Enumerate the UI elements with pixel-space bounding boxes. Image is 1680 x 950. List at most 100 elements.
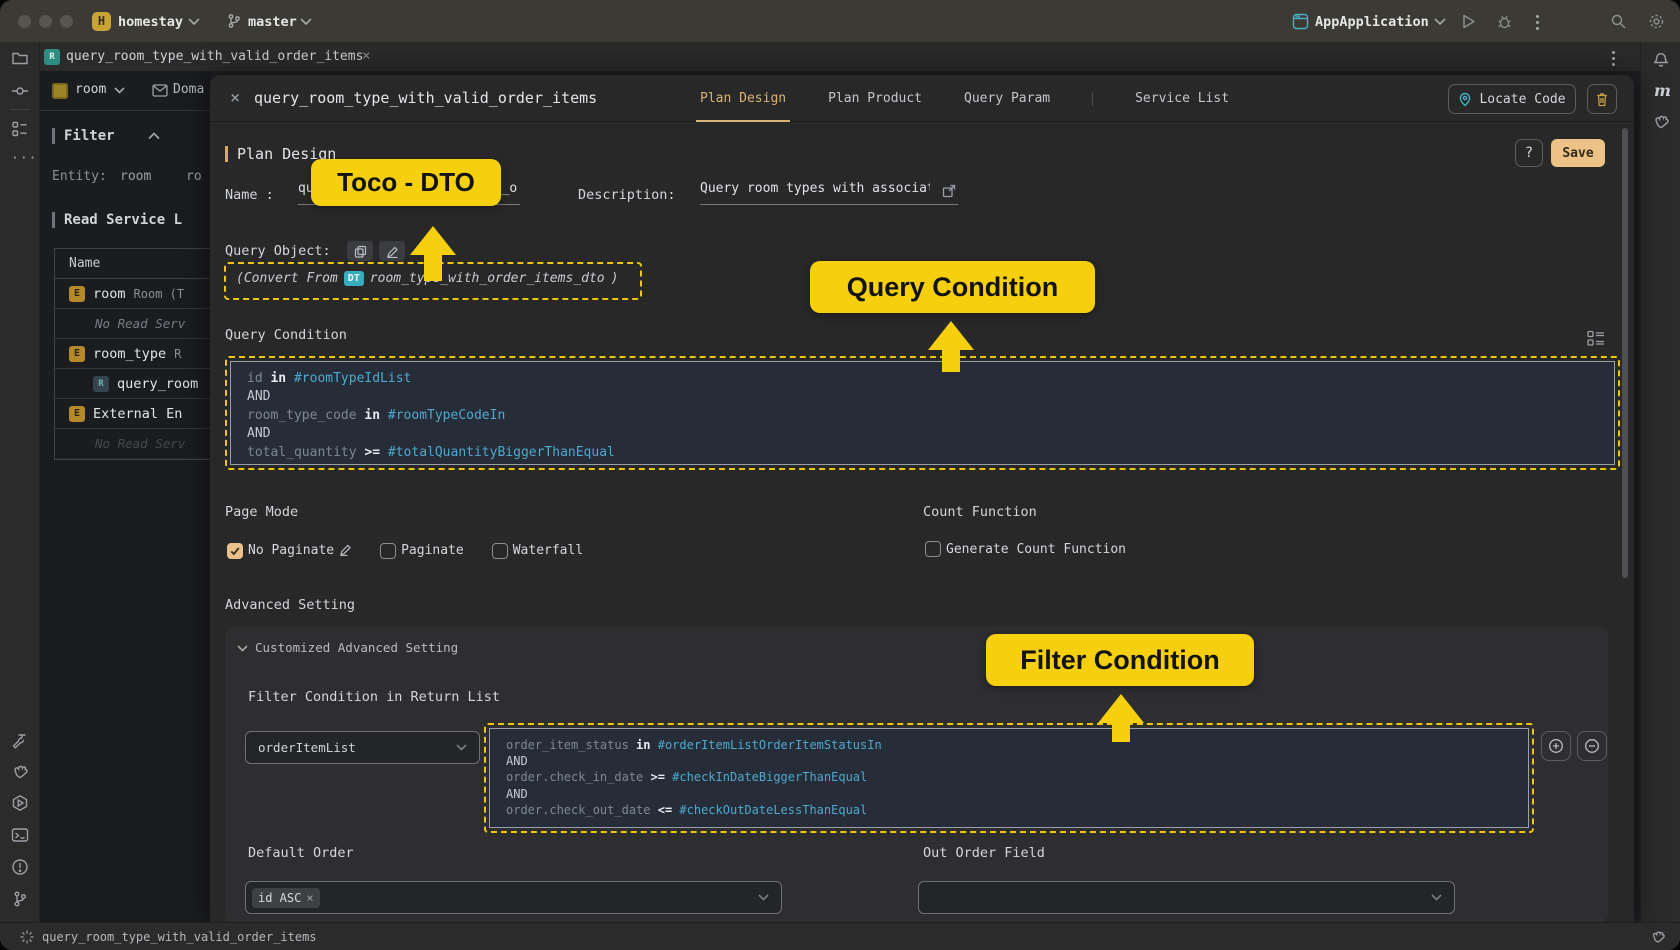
traffic-light-minimize[interactable] — [39, 15, 52, 28]
checkbox[interactable] — [227, 543, 243, 559]
branch-icon — [226, 13, 242, 29]
ai-chat-icon[interactable] — [1652, 113, 1670, 131]
order-tag[interactable]: id ASC × — [252, 888, 320, 908]
tab-close-icon[interactable]: × — [362, 48, 370, 64]
problems-tool-icon[interactable] — [11, 858, 29, 876]
read-service-row[interactable]: Eroom_typeR — [55, 339, 210, 369]
code-token: <= — [658, 803, 672, 817]
read-service-row[interactable]: EExternal En — [55, 399, 210, 429]
remove-filter-button[interactable] — [1577, 731, 1607, 761]
callout-arrow-up — [410, 226, 456, 281]
filter-section-header[interactable]: Filter — [52, 128, 160, 144]
dialog-tab-plan-design[interactable]: Plan Design — [700, 75, 786, 122]
mellum-plugin-icon[interactable]: m — [1654, 81, 1671, 100]
dialog-tab-plan-product[interactable]: Plan Product — [828, 75, 922, 122]
delete-plan-button[interactable] — [1587, 84, 1617, 114]
notifications-bell-icon[interactable] — [1652, 50, 1670, 68]
page-mode-option[interactable]: No Paginate — [227, 541, 352, 560]
help-label: ? — [1525, 145, 1533, 161]
copy-button[interactable] — [347, 241, 373, 261]
dialog-scrollbar[interactable] — [1622, 128, 1628, 578]
out-order-field-select[interactable] — [918, 881, 1455, 914]
expand-icon[interactable] — [942, 184, 956, 198]
domain-tab[interactable]: Doma — [173, 82, 204, 97]
page-mode-option[interactable]: Paginate — [380, 543, 464, 559]
filter-condition-editor[interactable]: order_item_status in #orderItemListOrder… — [489, 728, 1529, 828]
editor-options-icon[interactable] — [1612, 51, 1615, 66]
edit-paginate-icon[interactable] — [339, 541, 352, 560]
query-condition-editor[interactable]: id in #roomTypeIdListANDroom_type_code i… — [230, 361, 1615, 465]
checkmark-icon — [229, 545, 241, 557]
checkbox[interactable] — [925, 541, 941, 557]
code-token: #checkOutDateLessThanEqual — [672, 803, 867, 817]
chevron-up-icon[interactable] — [148, 132, 160, 140]
count-function-option[interactable]: Generate Count Function — [925, 541, 1126, 557]
more-tools-icon[interactable]: ··· — [11, 151, 37, 166]
read-service-row[interactable]: No Read Serv — [55, 309, 210, 339]
terminal-tool-icon[interactable] — [11, 826, 29, 844]
ide-window: H homestay master AppApplication R query… — [0, 0, 1680, 950]
status-bar: query_room_type_with_valid_order_items — [0, 922, 1680, 950]
ai-status-icon[interactable] — [1650, 929, 1666, 945]
filter-field-select[interactable]: orderItemList — [245, 731, 480, 764]
read-service-row[interactable]: Rquery_room — [55, 369, 210, 399]
dialog-tab-service-list[interactable]: Service List — [1135, 75, 1229, 122]
dialog-close-icon[interactable]: × — [230, 88, 240, 108]
callout-query-condition: Query Condition — [810, 261, 1095, 313]
right-tool-strip: m — [1640, 43, 1680, 922]
entity-filter-value[interactable]: room — [120, 169, 151, 184]
commit-tool-icon[interactable] — [11, 82, 29, 100]
callout-filter-condition: Filter Condition — [986, 634, 1254, 686]
entity-badge: E — [69, 346, 85, 362]
build-tool-icon[interactable] — [11, 732, 29, 750]
git-tool-icon[interactable] — [11, 890, 29, 908]
project-tool-icon[interactable] — [11, 49, 29, 67]
count-function-option-label: Generate Count Function — [946, 542, 1126, 557]
run-button-icon[interactable] — [1460, 13, 1477, 30]
services-tool-icon[interactable] — [11, 794, 29, 812]
run-config-selector[interactable]: AppApplication — [1315, 14, 1429, 30]
locate-code-button[interactable]: Locate Code — [1448, 84, 1576, 114]
read-service-row[interactable]: No Read Serv — [55, 429, 210, 459]
save-label: Save — [1562, 146, 1593, 161]
ai-assistant-tool-icon[interactable] — [11, 763, 29, 781]
checkbox[interactable] — [492, 543, 508, 559]
search-icon[interactable] — [1610, 13, 1627, 30]
save-button[interactable]: Save — [1551, 139, 1605, 167]
more-actions-icon[interactable] — [1536, 15, 1539, 30]
remove-tag-icon[interactable]: × — [306, 891, 313, 905]
help-button[interactable]: ? — [1515, 139, 1543, 167]
collapse-chevron-icon[interactable] — [237, 645, 248, 652]
project-selector[interactable]: homestay — [118, 14, 183, 30]
code-token: AND — [506, 787, 528, 801]
location-pin-icon — [1458, 92, 1472, 107]
add-filter-button[interactable] — [1541, 731, 1571, 761]
description-field[interactable]: Query room types with associated va — [700, 181, 958, 205]
code-token: in — [270, 371, 286, 386]
traffic-light-zoom[interactable] — [60, 15, 73, 28]
default-order-select[interactable]: id ASC × — [245, 881, 782, 914]
edit-query-object-button[interactable] — [379, 241, 405, 261]
checkbox[interactable] — [380, 543, 396, 559]
condition-list-icon[interactable] — [1586, 329, 1606, 349]
structure-tool-icon[interactable] — [11, 120, 29, 138]
chevron-down-icon — [114, 87, 125, 94]
settings-gear-icon[interactable] — [1648, 13, 1665, 30]
traffic-light-close[interactable] — [18, 15, 31, 28]
plus-circle-icon — [1548, 738, 1564, 754]
query-condition-box: id in #roomTypeIdListANDroom_type_code i… — [225, 356, 1620, 470]
code-line: AND — [506, 786, 1512, 802]
dialog-tabs: Plan Design Plan Product Query Param Servic… — [700, 75, 1229, 122]
status-message: query_room_type_with_valid_order_items — [42, 930, 317, 944]
pencil-icon — [386, 245, 399, 258]
read-service-row[interactable]: EroomRoom (T — [55, 279, 210, 309]
customized-advanced-setting[interactable]: Customized Advanced Setting — [255, 640, 458, 655]
branch-selector[interactable]: master — [248, 14, 297, 30]
debug-button-icon[interactable] — [1496, 13, 1513, 30]
page-mode-option[interactable]: Waterfall — [492, 543, 583, 559]
dialog-tab-query-param[interactable]: Query Param — [964, 75, 1050, 122]
filter-condition-label: Filter Condition in Return List — [248, 689, 500, 705]
editor-tab[interactable]: query_room_type_with_valid_order_items — [66, 49, 363, 64]
entity-selector[interactable]: room — [75, 82, 106, 97]
entity-filter-value-2[interactable]: ro — [186, 169, 202, 184]
